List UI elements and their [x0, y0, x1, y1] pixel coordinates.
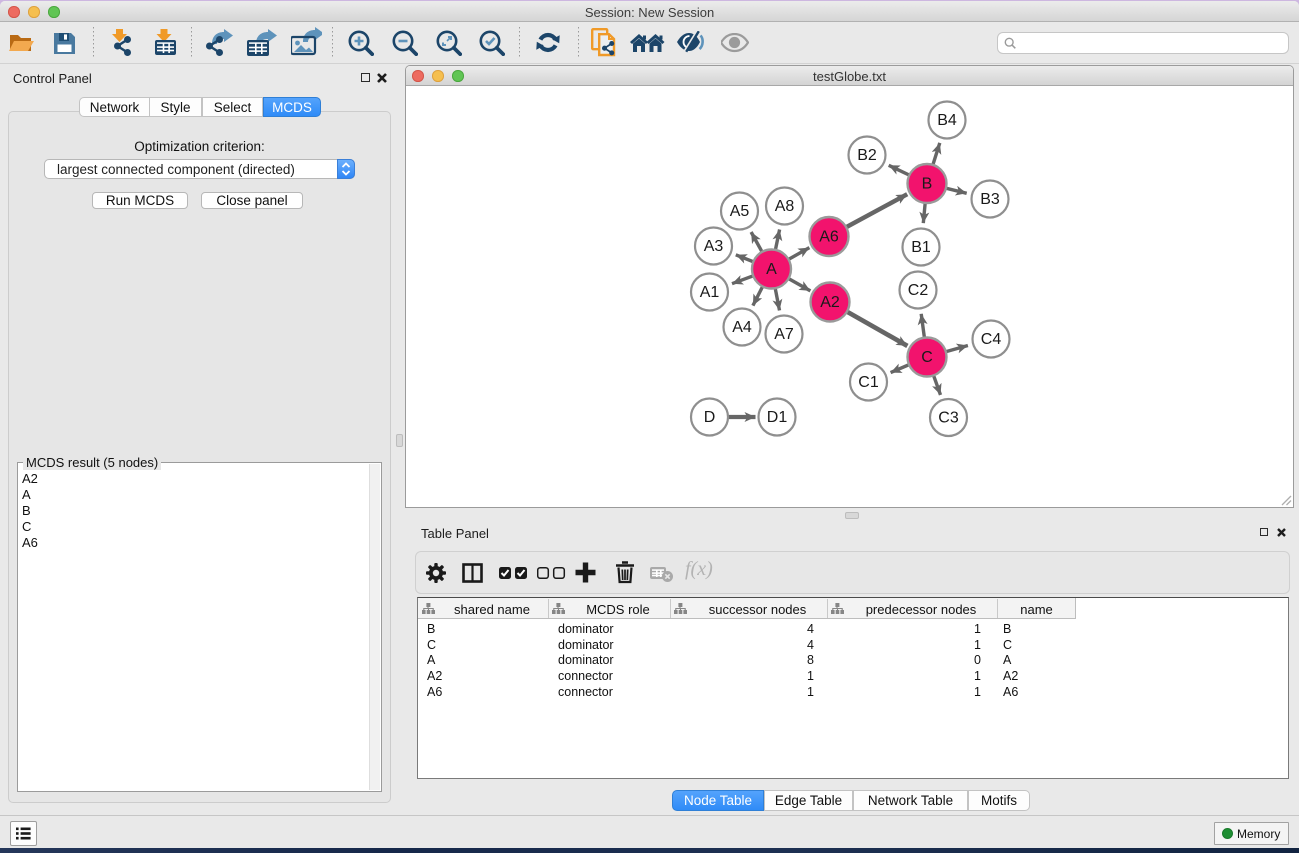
svg-text:D1: D1 — [767, 409, 788, 426]
svg-text:A: A — [766, 261, 777, 278]
svg-text:C3: C3 — [938, 410, 959, 427]
svg-text:C1: C1 — [858, 374, 879, 391]
svg-text:A7: A7 — [774, 326, 794, 343]
svg-text:B1: B1 — [911, 239, 931, 256]
svg-text:B2: B2 — [857, 147, 877, 164]
svg-text:A1: A1 — [700, 284, 720, 301]
svg-text:A4: A4 — [732, 319, 752, 336]
svg-text:C4: C4 — [981, 331, 1002, 348]
svg-text:A3: A3 — [704, 238, 724, 255]
svg-text:B4: B4 — [937, 112, 957, 129]
svg-text:C: C — [921, 349, 933, 366]
svg-text:A6: A6 — [819, 229, 839, 246]
svg-text:A2: A2 — [820, 294, 840, 311]
svg-text:B3: B3 — [980, 191, 1000, 208]
svg-text:C2: C2 — [908, 282, 929, 299]
svg-text:A5: A5 — [730, 203, 750, 220]
svg-text:B: B — [922, 176, 933, 193]
svg-text:D: D — [704, 409, 716, 426]
svg-text:A8: A8 — [775, 198, 795, 215]
